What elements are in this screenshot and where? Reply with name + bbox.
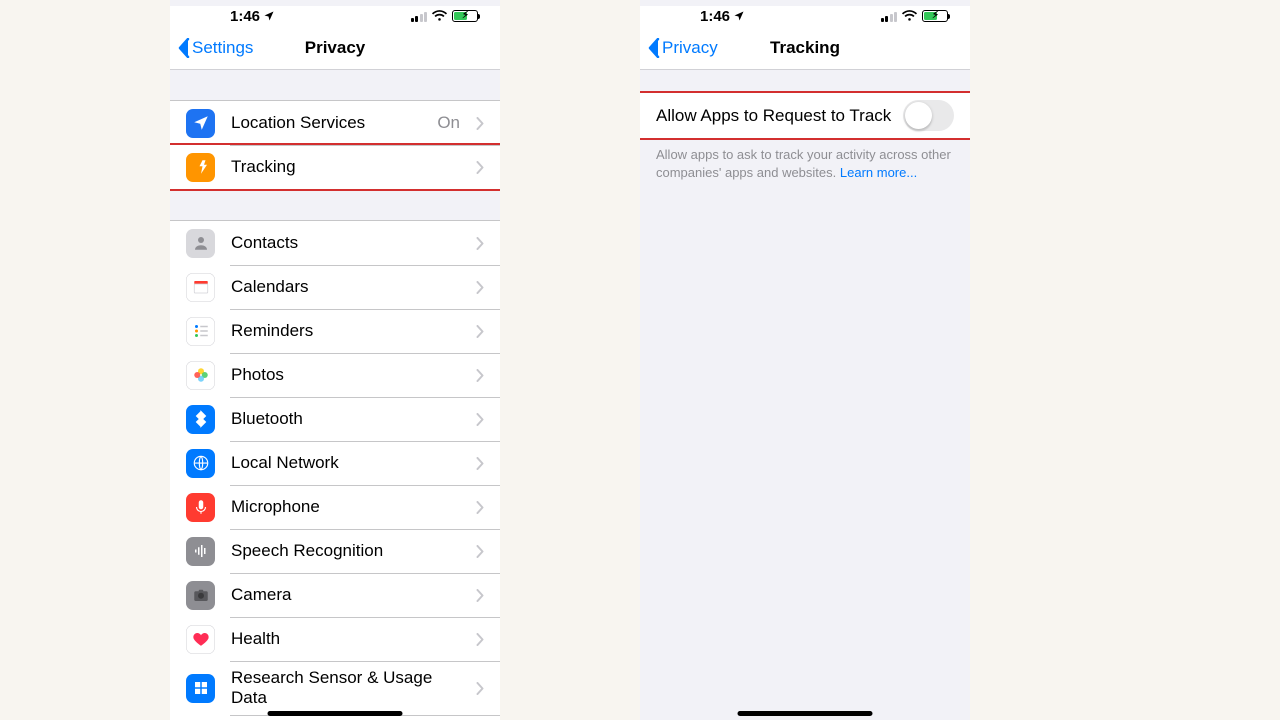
tracking-icon	[186, 153, 215, 182]
back-label: Settings	[192, 38, 253, 58]
row-label: Local Network	[231, 453, 460, 473]
row-label: Photos	[231, 365, 460, 385]
row-label: Research Sensor & Usage Data	[231, 668, 460, 708]
location-arrow-icon	[733, 10, 745, 22]
row-tracking[interactable]: Tracking	[170, 145, 500, 189]
row-camera[interactable]: Camera	[170, 573, 500, 617]
wifi-icon	[901, 10, 918, 22]
row-label: Calendars	[231, 277, 460, 297]
home-indicator	[738, 711, 873, 716]
row-microphone[interactable]: Microphone	[170, 485, 500, 529]
status-indicators: ⚡︎	[411, 10, 479, 22]
chevron-right-icon	[476, 369, 484, 382]
status-indicators: ⚡︎	[881, 10, 949, 22]
chevron-right-icon	[476, 325, 484, 338]
chevron-left-icon	[178, 38, 190, 58]
allow-tracking-toggle[interactable]	[903, 100, 954, 131]
bluetooth-icon	[186, 405, 215, 434]
row-research[interactable]: Research Sensor & Usage Data	[170, 661, 500, 715]
research-icon	[186, 674, 215, 703]
battery-icon: ⚡︎	[922, 10, 948, 22]
row-label: Bluetooth	[231, 409, 460, 429]
nav-bar: Privacy Tracking	[640, 26, 970, 70]
microphone-icon	[186, 493, 215, 522]
content-scroll[interactable]: Allow Apps to Request to Track Allow app…	[640, 70, 970, 720]
row-health[interactable]: Health	[170, 617, 500, 661]
row-label: Microphone	[231, 497, 460, 517]
home-indicator	[268, 711, 403, 716]
tracking-footer: Allow apps to ask to track your activity…	[640, 139, 970, 188]
reminders-icon	[186, 317, 215, 346]
chevron-right-icon	[476, 281, 484, 294]
chevron-right-icon	[476, 161, 484, 174]
location-icon	[186, 109, 215, 138]
chevron-right-icon	[476, 633, 484, 646]
chevron-right-icon	[476, 545, 484, 558]
status-bar: 1:46 ⚡︎	[640, 6, 970, 26]
contacts-icon	[186, 229, 215, 258]
row-label: Contacts	[231, 233, 460, 253]
chevron-left-icon	[648, 38, 660, 58]
row-value: On	[437, 113, 460, 133]
row-label: Tracking	[231, 157, 460, 177]
cellular-icon	[411, 11, 428, 22]
camera-icon	[186, 581, 215, 610]
status-bar: 1:46 ⚡︎	[170, 6, 500, 26]
calendars-icon	[186, 273, 215, 302]
chevron-right-icon	[476, 682, 484, 695]
phone-privacy: 1:46 ⚡︎ Settings Privacy Location Servic…	[170, 0, 500, 720]
toggle-label: Allow Apps to Request to Track	[656, 106, 891, 126]
wifi-icon	[431, 10, 448, 22]
status-time: 1:46	[700, 8, 745, 25]
speech-icon	[186, 537, 215, 566]
network-icon	[186, 449, 215, 478]
row-contacts[interactable]: Contacts	[170, 221, 500, 265]
row-photos[interactable]: Photos	[170, 353, 500, 397]
row-speech[interactable]: Speech Recognition	[170, 529, 500, 573]
back-label: Privacy	[662, 38, 718, 58]
chevron-right-icon	[476, 501, 484, 514]
group-location-tracking: Location Services On Tracking	[170, 100, 500, 190]
battery-icon: ⚡︎	[452, 10, 478, 22]
content-scroll[interactable]: Location Services On Tracking Contacts Cale…	[170, 70, 500, 720]
row-location-services[interactable]: Location Services On	[170, 101, 500, 145]
row-label: Camera	[231, 585, 460, 605]
cellular-icon	[881, 11, 898, 22]
chevron-right-icon	[476, 237, 484, 250]
nav-bar: Settings Privacy	[170, 26, 500, 70]
allow-tracking-row: Allow Apps to Request to Track	[640, 92, 970, 139]
row-label: Reminders	[231, 321, 460, 341]
back-button[interactable]: Settings	[178, 38, 253, 58]
learn-more-link[interactable]: Learn more...	[840, 165, 917, 180]
row-calendars[interactable]: Calendars	[170, 265, 500, 309]
chevron-right-icon	[476, 457, 484, 470]
status-time: 1:46	[230, 8, 275, 25]
health-icon	[186, 625, 215, 654]
row-local-network[interactable]: Local Network	[170, 441, 500, 485]
chevron-right-icon	[476, 589, 484, 602]
back-button[interactable]: Privacy	[648, 38, 718, 58]
row-label: Location Services	[231, 113, 421, 133]
photos-icon	[186, 361, 215, 390]
phone-tracking: 1:46 ⚡︎ Privacy Tracking Allow Apps to R…	[640, 0, 970, 720]
row-bluetooth[interactable]: Bluetooth	[170, 397, 500, 441]
chevron-right-icon	[476, 413, 484, 426]
row-label: Health	[231, 629, 460, 649]
group-privacy-categories: Contacts Calendars Reminders Photos Bluetoot…	[170, 220, 500, 720]
row-reminders[interactable]: Reminders	[170, 309, 500, 353]
chevron-right-icon	[476, 117, 484, 130]
row-label: Speech Recognition	[231, 541, 460, 561]
location-arrow-icon	[263, 10, 275, 22]
